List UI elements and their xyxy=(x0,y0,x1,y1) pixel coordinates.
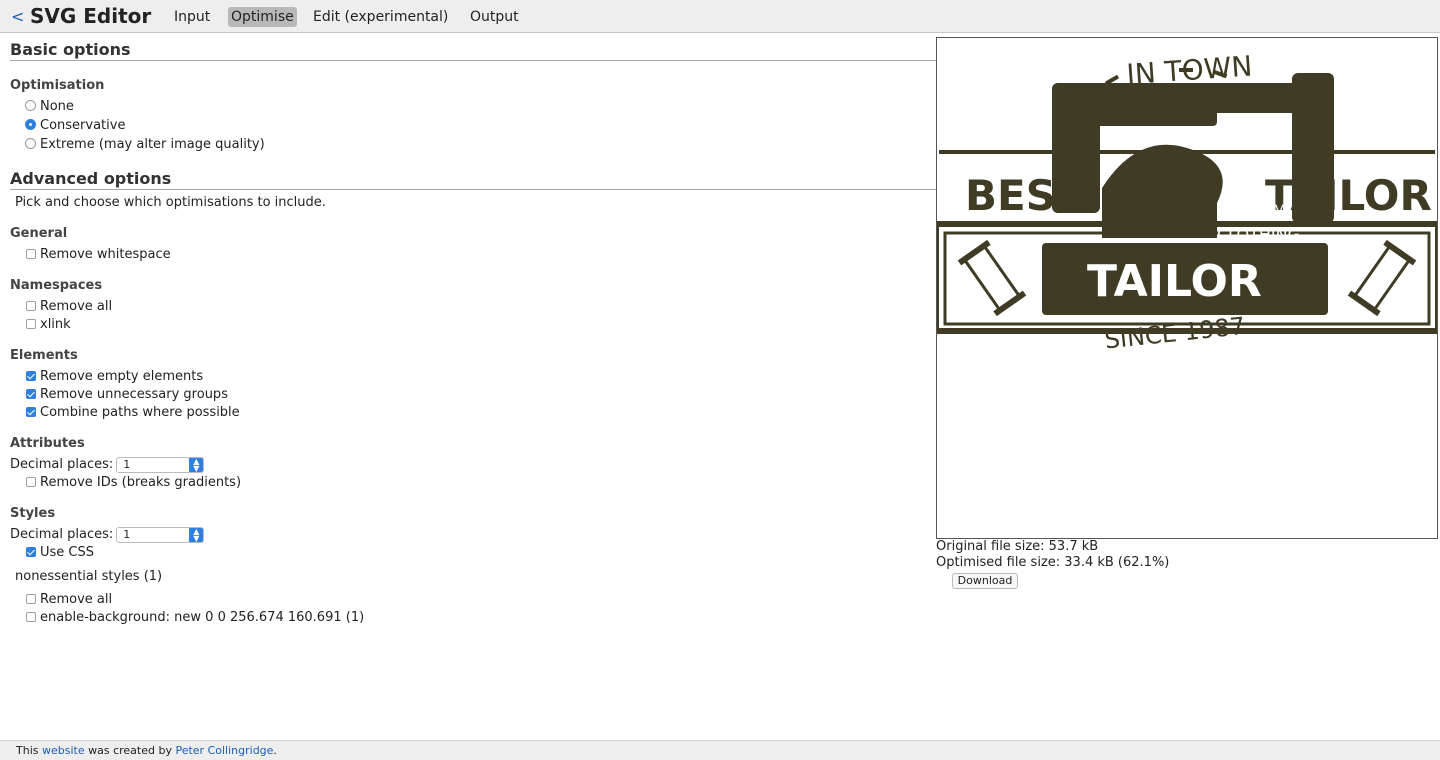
select-value: 1 xyxy=(123,527,131,541)
checkbox[interactable] xyxy=(26,319,36,329)
original-size-text: Original file size: 53.7 kB xyxy=(936,539,1099,554)
checkbox-label: Remove unnecessary groups xyxy=(40,387,228,402)
checkbox-label: Remove IDs (breaks gradients) xyxy=(40,475,242,490)
styles-decimal-row: Decimal places: 1 ▲ ▼ xyxy=(10,526,205,544)
back-link[interactable]: < xyxy=(11,7,24,26)
footer-prefix: This xyxy=(16,744,42,757)
checkbox-label: enable-background: new 0 0 256.674 160.6… xyxy=(40,610,365,625)
checkbox[interactable] xyxy=(26,612,36,622)
select-value: 1 xyxy=(123,457,131,471)
decimal-label: Decimal places: xyxy=(10,527,114,542)
top-bar: < SVG Editor Input Optimise Edit (experi… xyxy=(0,0,1440,33)
elements-heading: Elements xyxy=(10,348,78,363)
author-link[interactable]: Peter Collingridge xyxy=(175,744,273,757)
radio-button[interactable] xyxy=(25,138,36,149)
tab-edit[interactable]: Edit (experimental) xyxy=(310,7,451,27)
checkbox-remove-whitespace[interactable]: Remove whitespace xyxy=(26,246,171,264)
attributes-decimal-select[interactable]: 1 ▲ ▼ xyxy=(116,456,205,473)
checkbox[interactable] xyxy=(26,389,36,399)
radio-extreme[interactable]: Extreme (may alter image quality) xyxy=(25,136,265,154)
logo-custom-text: CUSTOM xyxy=(1217,201,1286,220)
spool-right-icon xyxy=(1347,239,1417,317)
footer: This website was created by Peter Collin… xyxy=(0,740,1440,760)
tab-optimise[interactable]: Optimise xyxy=(228,7,297,27)
checkbox[interactable] xyxy=(26,371,36,381)
radio-button[interactable] xyxy=(25,100,36,111)
checkbox-label: Remove whitespace xyxy=(40,247,171,262)
namespaces-heading: Namespaces xyxy=(10,278,103,293)
tab-output[interactable]: Output xyxy=(467,7,522,27)
advanced-description: Pick and choose which optimisations to i… xyxy=(15,195,326,210)
decimal-label: Decimal places: xyxy=(10,457,114,472)
checkbox-remove-empty[interactable]: Remove empty elements xyxy=(26,368,203,386)
checkbox-label: Remove empty elements xyxy=(40,369,204,384)
checkbox-remove-ids[interactable]: Remove IDs (breaks gradients) xyxy=(26,474,241,492)
radio-label: Extreme (may alter image quality) xyxy=(40,137,265,152)
radio-label: None xyxy=(40,99,74,114)
checkbox[interactable] xyxy=(26,477,36,487)
checkbox-nonessential-remove-all[interactable]: Remove all xyxy=(26,591,112,609)
logo-preview-image: IN TOWN BEST TAILOR TAILOR CUSTOM CLOTHI… xyxy=(937,49,1437,355)
optimisation-heading: Optimisation xyxy=(10,78,105,93)
checkbox[interactable] xyxy=(26,407,36,417)
chevron-updown-icon: ▲ ▼ xyxy=(189,457,204,472)
checkbox[interactable] xyxy=(26,547,36,557)
chevron-updown-icon: ▲ ▼ xyxy=(189,527,204,542)
spool-left-icon xyxy=(957,239,1027,317)
checkbox-remove-groups[interactable]: Remove unnecessary groups xyxy=(26,386,228,404)
general-heading: General xyxy=(10,226,68,241)
logo-clothing-text: CLOTHING xyxy=(1217,225,1300,244)
footer-middle: was created by xyxy=(84,744,176,757)
logo-since-text: SINCE 1987 xyxy=(1103,312,1246,355)
optimised-size-text: Optimised file size: 33.4 kB (62.1%) xyxy=(936,555,1170,570)
footer-suffix: . xyxy=(273,744,277,757)
checkbox-label: Remove all xyxy=(40,299,113,314)
checkbox[interactable] xyxy=(26,249,36,259)
radio-none[interactable]: None xyxy=(25,98,74,116)
options-panel: Basic options xyxy=(10,40,936,61)
nonessential-heading: nonessential styles (1) xyxy=(15,569,163,584)
download-button[interactable]: Download xyxy=(952,573,1018,589)
styles-decimal-select[interactable]: 1 ▲ ▼ xyxy=(116,526,205,543)
radio-label: Conservative xyxy=(40,118,126,133)
app-title: SVG Editor xyxy=(30,4,152,28)
checkbox-label: Combine paths where possible xyxy=(40,405,240,420)
checkbox[interactable] xyxy=(26,594,36,604)
checkbox-label: Use CSS xyxy=(40,545,94,560)
advanced-options-heading: Advanced options xyxy=(10,169,936,190)
styles-heading: Styles xyxy=(10,506,56,521)
checkbox-label: Remove all xyxy=(40,592,113,607)
radio-conservative[interactable]: Conservative xyxy=(25,117,125,135)
checkbox-use-css[interactable]: Use CSS xyxy=(26,544,94,562)
logo-tailor-right-text: TAILOR xyxy=(1265,171,1432,220)
checkbox-combine-paths[interactable]: Combine paths where possible xyxy=(26,404,240,422)
checkbox-namespaces-remove-all[interactable]: Remove all xyxy=(26,298,112,316)
svg-preview: IN TOWN BEST TAILOR TAILOR CUSTOM CLOTHI… xyxy=(936,37,1438,539)
logo-tailor-center-text: TAILOR xyxy=(1087,256,1262,307)
checkbox-xlink[interactable]: xlink xyxy=(26,316,71,334)
checkbox-label: xlink xyxy=(40,317,71,332)
attributes-heading: Attributes xyxy=(10,436,85,451)
checkbox[interactable] xyxy=(26,301,36,311)
website-link[interactable]: website xyxy=(42,744,85,757)
radio-button[interactable] xyxy=(25,119,36,130)
attributes-decimal-row: Decimal places: 1 ▲ ▼ xyxy=(10,456,205,474)
checkbox-enable-background[interactable]: enable-background: new 0 0 256.674 160.6… xyxy=(26,609,364,627)
basic-options-heading: Basic options xyxy=(10,40,936,61)
tab-input[interactable]: Input xyxy=(171,7,213,27)
